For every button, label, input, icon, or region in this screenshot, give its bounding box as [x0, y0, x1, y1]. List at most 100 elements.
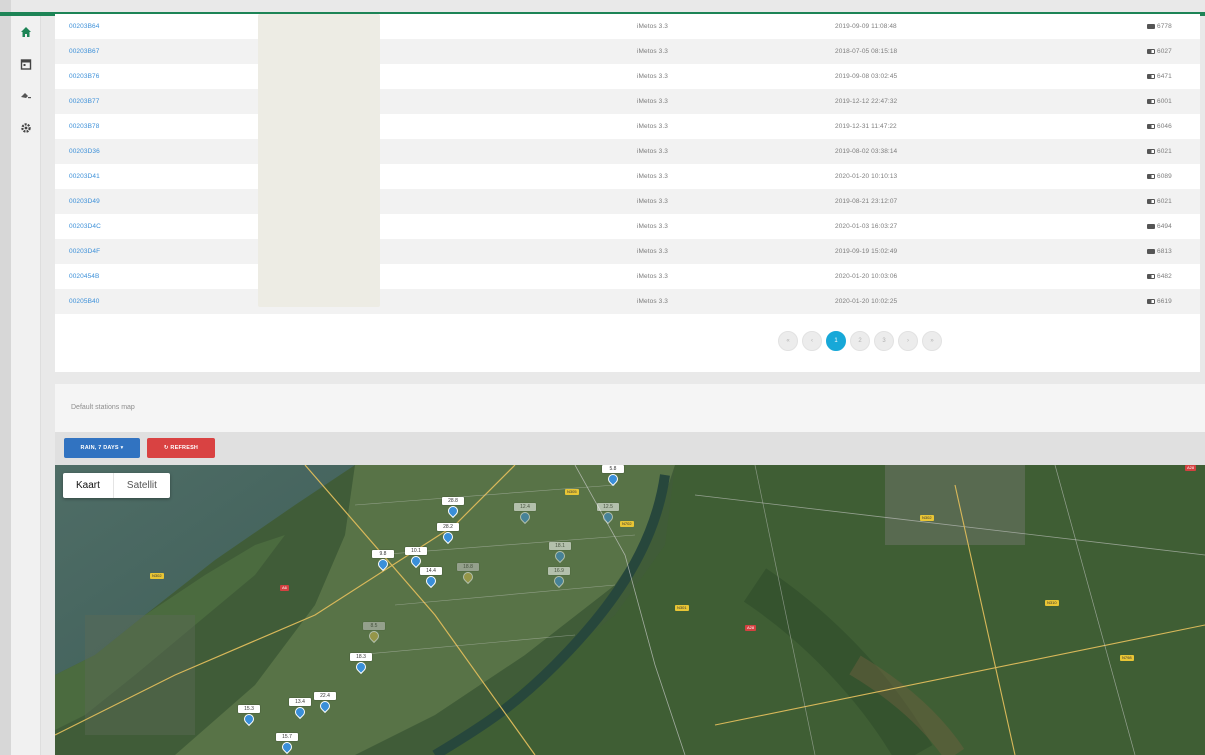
- station-id-link[interactable]: 00203B78: [69, 123, 99, 130]
- marker-value: 5.8: [602, 465, 624, 473]
- station-id-link[interactable]: 00203D4F: [69, 248, 100, 255]
- marker-value: 14.4: [420, 567, 442, 575]
- page-prev-button[interactable]: ‹: [802, 331, 822, 351]
- station-id-link[interactable]: 00203B77: [69, 98, 99, 105]
- station-id-link[interactable]: 00203D41: [69, 173, 100, 180]
- station-marker[interactable]: 9.8: [372, 550, 394, 572]
- battery-value: 6021: [1157, 198, 1172, 205]
- table-row[interactable]: 00203D41 iMetos 3.3 2020-01-20 10:10:13 608…: [55, 164, 1200, 189]
- station-marker[interactable]: 12.4: [514, 503, 536, 525]
- map-type-kaart[interactable]: Kaart: [63, 473, 113, 498]
- map-type-satellite[interactable]: Satellit: [112, 473, 170, 498]
- home-icon[interactable]: [16, 22, 36, 42]
- table-row[interactable]: 00203D4F iMetos 3.3 2019-09-19 15:02:49 681…: [55, 239, 1200, 264]
- table-row[interactable]: 00203B78 iMetos 3.3 2019-12-31 11:47:22 604…: [55, 114, 1200, 139]
- station-marker[interactable]: 18.3: [350, 653, 372, 675]
- station-type: iMetos 3.3: [637, 198, 668, 205]
- road-label: N702: [620, 521, 634, 527]
- road-label: N302: [920, 515, 934, 521]
- page-1-button[interactable]: 1: [826, 331, 846, 351]
- station-id-link[interactable]: 00203D4C: [69, 223, 101, 230]
- marker-value: 15.3: [238, 705, 260, 713]
- marker-pin-icon: [279, 739, 295, 755]
- last-communication: 2020-01-20 10:02:25: [835, 298, 898, 305]
- station-marker[interactable]: 18.1: [549, 542, 571, 564]
- last-communication: 2020-01-20 10:03:06: [835, 273, 898, 280]
- station-type: iMetos 3.3: [637, 148, 668, 155]
- marker-pin-icon: [408, 553, 424, 569]
- battery-icon: [1147, 224, 1155, 229]
- page-2-button[interactable]: 2: [850, 331, 870, 351]
- station-marker[interactable]: 28.8: [442, 497, 464, 519]
- last-communication: 2018-07-05 08:15:18: [835, 48, 898, 55]
- station-marker[interactable]: 13.4: [289, 698, 311, 720]
- battery-cell: 6027: [1147, 48, 1172, 55]
- table-row[interactable]: 00203B76 iMetos 3.3 2019-09-08 03:02:45 647…: [55, 64, 1200, 89]
- marker-value: 9.8: [372, 550, 394, 558]
- station-marker[interactable]: 8.5: [363, 622, 385, 644]
- marker-pin-icon: [366, 628, 382, 644]
- battery-icon: [1147, 24, 1155, 29]
- battery-cell: 6778: [1147, 23, 1172, 30]
- table-row[interactable]: 00203D49 iMetos 3.3 2019-08-21 23:12:07 602…: [55, 189, 1200, 214]
- station-id-link[interactable]: 00203B76: [69, 73, 99, 80]
- marker-pin-icon: [292, 704, 308, 720]
- battery-icon: [1147, 149, 1155, 154]
- gear-icon[interactable]: [16, 118, 36, 138]
- table-row[interactable]: 00203B77 iMetos 3.3 2019-12-12 22:47:32 600…: [55, 89, 1200, 114]
- station-marker[interactable]: 5.8: [602, 465, 624, 487]
- left-edge: [0, 0, 11, 755]
- station-marker[interactable]: 16.9: [548, 567, 570, 589]
- battery-icon: [1147, 299, 1155, 304]
- station-marker[interactable]: 14.4: [420, 567, 442, 589]
- battery-cell: 6089: [1147, 173, 1172, 180]
- station-id-link[interactable]: 00203B64: [69, 23, 99, 30]
- marker-value: 18.8: [457, 563, 479, 571]
- stations-map[interactable]: N302 N305 N702 N301 N302 N310 N798 A6 A2…: [55, 465, 1205, 755]
- table-row[interactable]: 00205B40 iMetos 3.3 2020-01-20 10:02:25 661…: [55, 289, 1200, 314]
- battery-icon: [1147, 49, 1155, 54]
- station-id-link[interactable]: 0020454B: [69, 273, 99, 280]
- station-id-link[interactable]: 00203D49: [69, 198, 100, 205]
- range-dropdown-button[interactable]: RAIN, 7 DAYS ▾: [64, 438, 140, 458]
- table-row[interactable]: 00203B67 iMetos 3.3 2018-07-05 08:15:18 602…: [55, 39, 1200, 64]
- station-type: iMetos 3.3: [637, 48, 668, 55]
- station-marker[interactable]: 18.8: [457, 563, 479, 585]
- page-first-button[interactable]: «: [778, 331, 798, 351]
- marker-pin-icon: [375, 556, 391, 572]
- station-marker[interactable]: 15.3: [238, 705, 260, 727]
- battery-icon: [1147, 274, 1155, 279]
- battery-value: 6046: [1157, 123, 1172, 130]
- station-marker[interactable]: 22.4: [314, 692, 336, 714]
- station-marker[interactable]: 12.5: [597, 503, 619, 525]
- marker-pin-icon: [517, 509, 533, 525]
- station-icon[interactable]: [16, 86, 36, 106]
- battery-value: 6021: [1157, 148, 1172, 155]
- station-marker[interactable]: 28.2: [437, 523, 459, 545]
- marker-value: 18.1: [549, 542, 571, 550]
- last-communication: 2020-01-20 10:10:13: [835, 173, 898, 180]
- station-id-link[interactable]: 00203D36: [69, 148, 100, 155]
- battery-value: 6778: [1157, 23, 1172, 30]
- table-row[interactable]: 00203B64 iMetos 3.3 2019-09-09 11:08:48 677…: [55, 14, 1200, 39]
- page-3-button[interactable]: 3: [874, 331, 894, 351]
- station-marker[interactable]: 15.7: [276, 733, 298, 755]
- road-label: N310: [1045, 600, 1059, 606]
- table-row[interactable]: 00203D4C iMetos 3.3 2020-01-03 16:03:27 649…: [55, 214, 1200, 239]
- station-id-link[interactable]: 00203B67: [69, 48, 99, 55]
- page-next-button[interactable]: ›: [898, 331, 918, 351]
- station-type: iMetos 3.3: [637, 298, 668, 305]
- page-last-button[interactable]: »: [922, 331, 942, 351]
- station-id-link[interactable]: 00205B40: [69, 298, 99, 305]
- table-row[interactable]: 0020454B iMetos 3.3 2020-01-20 10:03:06 648…: [55, 264, 1200, 289]
- map-toolbar: RAIN, 7 DAYS ▾ ↻ REFRESH: [55, 432, 1205, 465]
- calendar-icon[interactable]: [16, 54, 36, 74]
- station-marker[interactable]: 10.1: [405, 547, 427, 569]
- table-row[interactable]: 00203D36 iMetos 3.3 2019-08-02 03:38:14 602…: [55, 139, 1200, 164]
- map-type-control: Kaart Satellit: [63, 473, 170, 498]
- station-type: iMetos 3.3: [637, 173, 668, 180]
- refresh-button[interactable]: ↻ REFRESH: [147, 438, 215, 458]
- last-communication: 2019-09-08 03:02:45: [835, 73, 898, 80]
- battery-icon: [1147, 124, 1155, 129]
- battery-value: 6813: [1157, 248, 1172, 255]
